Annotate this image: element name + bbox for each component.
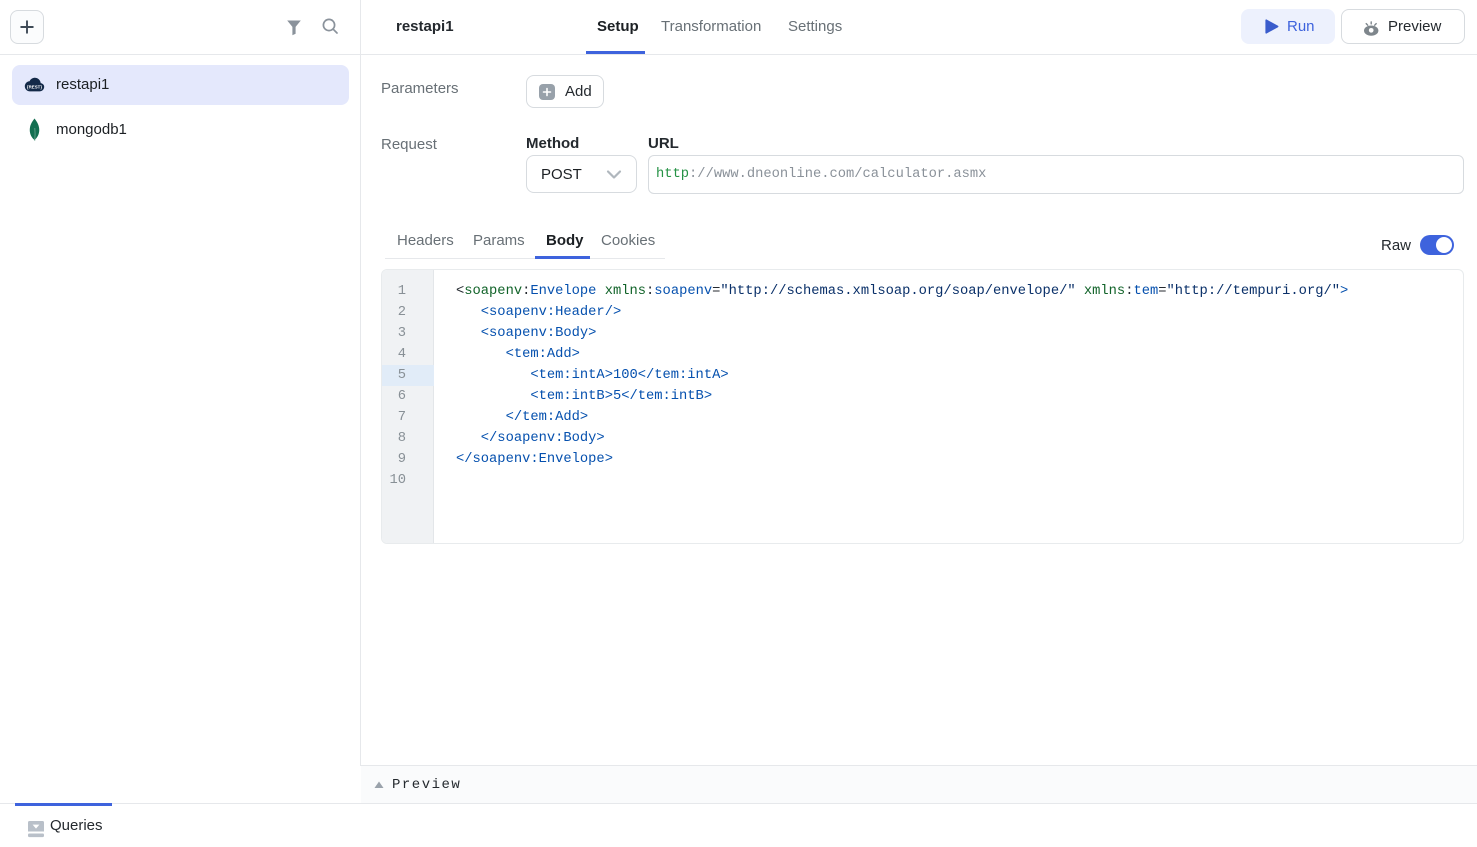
svg-text:{REST}: {REST} [27, 84, 42, 89]
